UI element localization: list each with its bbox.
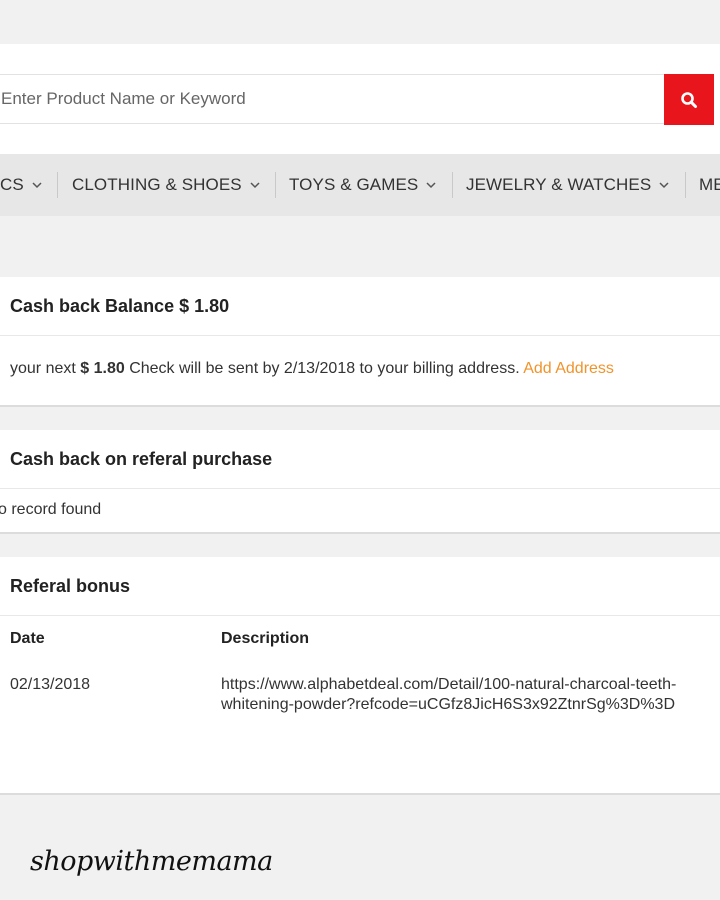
no-record-message: o record found: [0, 501, 102, 518]
nav-item-toys-games[interactable]: TOYS & GAMES: [289, 154, 436, 216]
nav-item-label: JEWELRY & WATCHES: [466, 175, 652, 194]
balance-amount: $ 1.80: [80, 360, 125, 377]
chevron-down-icon: [250, 182, 260, 189]
referral-bonus-card: Referal bonus Date Description 02/13/201…: [0, 557, 720, 795]
nav-item-electronics[interactable]: CS: [0, 154, 42, 216]
top-bar: [0, 0, 720, 44]
nav-item-clothing-shoes[interactable]: CLOTHING & SHOES: [72, 154, 260, 216]
nav-item-label: CLOTHING & SHOES: [72, 175, 242, 194]
referral-bonus-title: Referal bonus: [0, 557, 720, 616]
cashback-balance-title: Cash back Balance $ 1.80: [0, 277, 720, 336]
search-input[interactable]: [0, 74, 664, 124]
nav-divider: [685, 172, 686, 198]
nav-item-label: ME: [699, 175, 720, 194]
search-button[interactable]: [664, 74, 714, 125]
column-header-date: Date: [10, 630, 45, 647]
referral-purchase-card: Cash back on referal purchase o record f…: [0, 430, 720, 534]
row-date: 02/13/2018: [10, 676, 91, 693]
search-icon: [681, 91, 697, 108]
chevron-down-icon: [426, 182, 436, 189]
column-header-description: Description: [221, 630, 310, 647]
add-address-link[interactable]: Add Address: [523, 360, 614, 377]
cashback-balance-card: Cash back Balance $ 1.80 your next $ 1.8…: [0, 277, 720, 407]
nav-divider: [452, 172, 453, 198]
row-description: https://www.alphabetdeal.com/Detail/100-…: [221, 676, 677, 713]
nav-item-jewelry-watches[interactable]: JEWELRY & WATCHES: [466, 154, 669, 216]
watermark-logo: shopwithmemama: [30, 846, 273, 877]
nav-item-label: CS: [0, 175, 24, 194]
message-prefix: your next: [10, 360, 81, 377]
nav-divider: [57, 172, 58, 198]
referral-purchase-title: Cash back on referal purchase: [0, 430, 720, 489]
nav-item-more[interactable]: ME: [699, 154, 720, 216]
chevron-down-icon: [32, 182, 42, 189]
message-suffix: Check will be sent by 2/13/2018 to your …: [124, 360, 524, 377]
nav-divider: [275, 172, 276, 198]
chevron-down-icon: [659, 182, 669, 189]
nav-item-label: TOYS & GAMES: [289, 175, 419, 194]
cashback-balance-message: your next $ 1.80 Check will be sent by 2…: [0, 336, 720, 378]
category-nav: CS CLOTHING & SHOES TOYS & GAMES JEWELRY…: [0, 154, 720, 216]
